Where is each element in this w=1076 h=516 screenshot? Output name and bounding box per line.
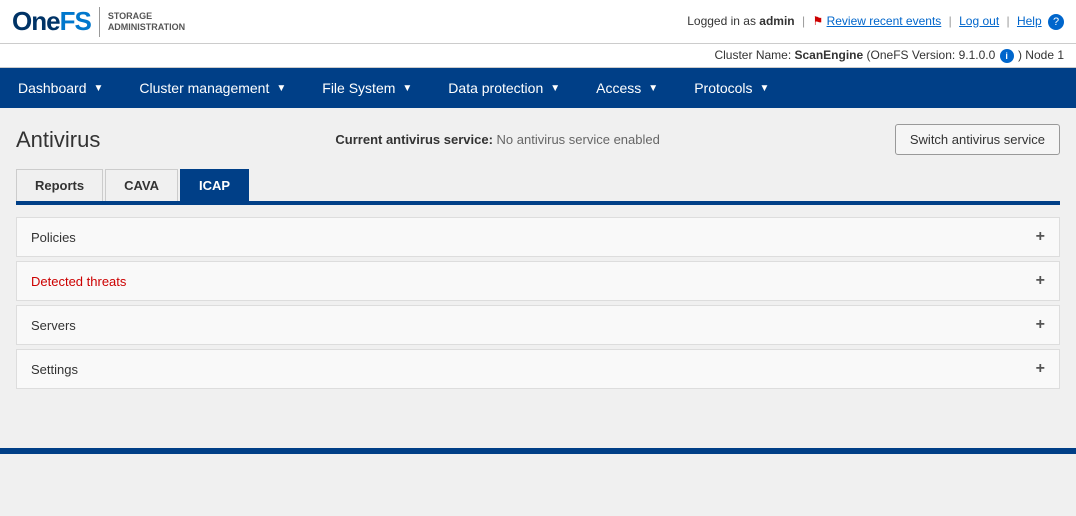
flag-icon: ⚑ <box>812 14 823 28</box>
accordion-header-policies[interactable]: Policies + <box>17 218 1059 256</box>
node-text: ) Node 1 <box>1018 48 1064 62</box>
expand-icon: + <box>1036 316 1045 334</box>
nav-dashboard[interactable]: Dashboard ▼ <box>0 68 121 108</box>
version-text: (OneFS Version: 9.1.0.0 <box>867 48 996 62</box>
help-icon: ? <box>1048 14 1064 30</box>
chevron-down-icon: ▼ <box>550 83 560 94</box>
tab-underline <box>16 201 1060 205</box>
nav-protocols[interactable]: Protocols ▼ <box>676 68 787 108</box>
tab-reports[interactable]: Reports <box>16 169 103 201</box>
chevron-down-icon: ▼ <box>402 83 412 94</box>
info-icon[interactable]: i <box>1000 49 1014 63</box>
accordion-settings: Settings + <box>16 349 1060 389</box>
cluster-label: Cluster Name: <box>714 48 794 62</box>
accordion-header-settings[interactable]: Settings + <box>17 350 1059 388</box>
logo: OneFS <box>12 6 91 37</box>
accordion-servers: Servers + <box>16 305 1060 345</box>
nav-cluster-management[interactable]: Cluster management ▼ <box>121 68 304 108</box>
page-title: Antivirus <box>16 127 100 153</box>
switch-antivirus-button[interactable]: Switch antivirus service <box>895 124 1060 155</box>
current-service-label: Current antivirus service: <box>335 132 493 147</box>
chevron-down-icon: ▼ <box>648 83 658 94</box>
accordion-label-detected-threats: Detected threats <box>31 274 126 289</box>
user-info: Logged in as admin | ⚑ Review recent eve… <box>687 14 1064 30</box>
chevron-down-icon: ▼ <box>276 83 286 94</box>
logo-area: OneFS STORAGE ADMINISTRATION <box>12 6 185 37</box>
tab-cava[interactable]: CAVA <box>105 169 178 201</box>
nav-access[interactable]: Access ▼ <box>578 68 676 108</box>
accordion-header-detected-threats[interactable]: Detected threats + <box>17 262 1059 300</box>
logo-divider <box>99 7 100 37</box>
logout-link[interactable]: Log out <box>959 14 999 28</box>
antivirus-header: Antivirus Current antivirus service: No … <box>16 124 1060 155</box>
current-service-value: No antivirus service enabled <box>497 132 660 147</box>
nav-file-system[interactable]: File System ▼ <box>304 68 430 108</box>
expand-icon: + <box>1036 228 1045 246</box>
cluster-bar: Cluster Name: ScanEngine (OneFS Version:… <box>0 44 1076 68</box>
help-link[interactable]: Help <box>1017 14 1042 28</box>
logo-subtitle: STORAGE ADMINISTRATION <box>108 11 185 33</box>
accordion-label-policies: Policies <box>31 230 76 245</box>
top-bar: OneFS STORAGE ADMINISTRATION Logged in a… <box>0 0 1076 44</box>
nav-bar: Dashboard ▼ Cluster management ▼ File Sy… <box>0 68 1076 108</box>
chevron-down-icon: ▼ <box>94 83 104 94</box>
review-events-link[interactable]: Review recent events <box>827 14 942 28</box>
chevron-down-icon: ▼ <box>760 83 770 94</box>
tab-bar: Reports CAVA ICAP <box>16 169 1060 201</box>
accordion-policies: Policies + <box>16 217 1060 257</box>
accordion-header-servers[interactable]: Servers + <box>17 306 1059 344</box>
expand-icon: + <box>1036 272 1045 290</box>
expand-icon: + <box>1036 360 1045 378</box>
antivirus-service-status: Current antivirus service: No antivirus … <box>335 132 659 147</box>
logged-in-text: Logged in as <box>687 14 759 28</box>
accordion-label-servers: Servers <box>31 318 76 333</box>
accordion-detected-threats: Detected threats + <box>16 261 1060 301</box>
accordion-label-settings: Settings <box>31 362 78 377</box>
cluster-name: ScanEngine <box>795 48 864 62</box>
username: admin <box>759 14 794 28</box>
nav-data-protection[interactable]: Data protection ▼ <box>430 68 578 108</box>
content-area: Antivirus Current antivirus service: No … <box>0 108 1076 428</box>
tab-icap[interactable]: ICAP <box>180 169 249 201</box>
bottom-bar <box>0 448 1076 454</box>
